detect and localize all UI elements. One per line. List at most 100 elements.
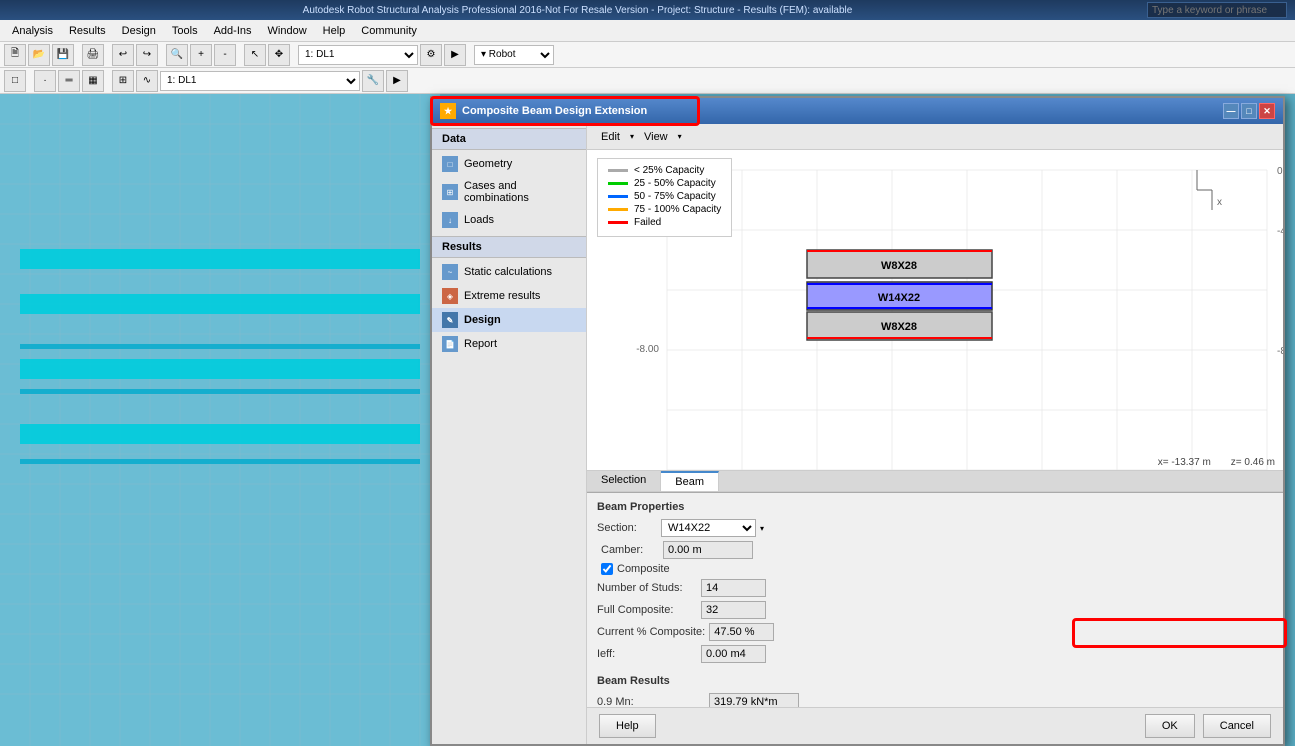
legend-color-50 — [608, 182, 628, 185]
title-bar-text: Autodesk Robot Structural Analysis Profe… — [8, 5, 1147, 16]
chart-area: < 25% Capacity 25 - 50% Capacity 50 - 75… — [587, 150, 1283, 470]
num-studs-label: Number of Studs: — [597, 582, 697, 594]
results-section-title: Results — [432, 236, 586, 258]
panel-item-report[interactable]: 📄 Report — [432, 332, 586, 356]
menu-bar: Analysis Results Design Tools Add-Ins Wi… — [0, 20, 1295, 42]
minimize-button[interactable]: — — [1223, 103, 1239, 119]
chart-coords: x= -13.37 m z= 0.46 m — [1158, 457, 1275, 468]
panel-item-extreme[interactable]: ◈ Extreme results — [432, 284, 586, 308]
menu-tools[interactable]: Tools — [164, 23, 206, 39]
restore-button[interactable]: □ — [1241, 103, 1257, 119]
dialog-titlebar: ★ Composite Beam Design Extension — □ ✕ — [432, 98, 1283, 124]
svg-text:W8X28: W8X28 — [881, 260, 917, 272]
panel-item-design[interactable]: ✎ Design — [432, 308, 586, 332]
open-btn[interactable]: 📂 — [28, 44, 50, 66]
toolbar2-btn1[interactable]: □ — [4, 70, 26, 92]
report-icon: 📄 — [442, 336, 458, 352]
plate-btn[interactable]: ▦ — [82, 70, 104, 92]
legend-item-25: < 25% Capacity — [608, 165, 721, 176]
camber-label: Camber: — [601, 544, 659, 556]
toolbar-btn1[interactable]: ⚙ — [420, 44, 442, 66]
close-button[interactable]: ✕ — [1259, 103, 1275, 119]
zoom-btn[interactable]: 🔍 — [166, 44, 188, 66]
dialog-title: Composite Beam Design Extension — [462, 105, 647, 117]
select-btn[interactable]: ↖ — [244, 44, 266, 66]
num-studs-row: Number of Studs: 14 — [597, 579, 1273, 597]
section-dropdown-arrow: ▾ — [760, 524, 764, 533]
menu-community[interactable]: Community — [353, 23, 425, 39]
design-icon: ✎ — [442, 312, 458, 328]
svg-text:0.00: 0.00 — [1277, 166, 1283, 177]
menu-analysis[interactable]: Analysis — [4, 23, 61, 39]
chart-x-coord: x= -13.37 m — [1158, 457, 1211, 468]
redo-btn[interactable]: ↪ — [136, 44, 158, 66]
save-btn[interactable]: 💾 — [52, 44, 74, 66]
cad-area — [0, 94, 440, 746]
print-btn[interactable]: 🖨 — [82, 44, 104, 66]
panel-item-cases[interactable]: ⊞ Cases and combinations — [432, 176, 586, 208]
load-combo[interactable]: 1: DL1 — [298, 45, 418, 65]
workspace: ★ Composite Beam Design Extension — □ ✕ … — [0, 94, 1295, 746]
svg-text:W14X22: W14X22 — [878, 292, 920, 304]
tab-bar: Selection Beam — [587, 470, 1283, 492]
camber-value: 0.00 m — [663, 541, 753, 559]
beam-btn[interactable]: ═ — [58, 70, 80, 92]
svg-text:-8.00: -8.00 — [1277, 346, 1283, 357]
panel-item-loads[interactable]: ↓ Loads — [432, 208, 586, 232]
panel-item-geometry[interactable]: □ Geometry — [432, 152, 586, 176]
dialog: ★ Composite Beam Design Extension — □ ✕ … — [430, 96, 1285, 746]
case-combo[interactable]: 1: DL1 — [160, 71, 360, 91]
beam-properties-col: Beam Properties Section: W14X22 ▾ Camber… — [597, 501, 1273, 663]
move-btn[interactable]: ✥ — [268, 44, 290, 66]
tab-selection[interactable]: Selection — [587, 471, 661, 491]
menu-help[interactable]: Help — [315, 23, 354, 39]
legend-color-failed — [608, 221, 628, 224]
search-input[interactable] — [1147, 2, 1287, 18]
menu-design[interactable]: Design — [114, 23, 164, 39]
composite-checkbox[interactable] — [601, 563, 613, 575]
static-icon: ~ — [442, 264, 458, 280]
toolbar2-btn3[interactable]: ∿ — [136, 70, 158, 92]
toolbar-btn2[interactable]: ▶ — [444, 44, 466, 66]
svg-text:W8X28: W8X28 — [881, 321, 917, 333]
dialog-content: Data □ Geometry ⊞ Cases and combinations… — [432, 124, 1283, 744]
beam-results-title: Beam Results — [597, 675, 1273, 687]
tab-beam[interactable]: Beam — [661, 471, 719, 491]
chart-z-coord: z= 0.46 m — [1231, 457, 1275, 468]
toolbar2-btn5[interactable]: ▶ — [386, 70, 408, 92]
chart-view-menu[interactable]: View — [638, 129, 674, 145]
legend-item-75: 50 - 75% Capacity — [608, 191, 721, 202]
ieff-label: Ieff: — [597, 648, 697, 660]
composite-row: Composite — [597, 563, 1273, 575]
legend-item-50: 25 - 50% Capacity — [608, 178, 721, 189]
view-combo[interactable]: ▾ Robot — [474, 45, 554, 65]
right-area: Edit ▾ View ▾ < 25% Capacity — [587, 124, 1283, 744]
new-btn[interactable]: 🗎 — [4, 44, 26, 66]
toolbar2-btn2[interactable]: ⊞ — [112, 70, 134, 92]
data-section-title: Data — [432, 128, 586, 150]
ok-button[interactable]: OK — [1145, 714, 1195, 738]
full-composite-label: Full Composite: — [597, 604, 697, 616]
menu-addins[interactable]: Add-Ins — [206, 23, 260, 39]
undo-btn[interactable]: ↩ — [112, 44, 134, 66]
chart-edit-arrow: ▾ — [630, 132, 634, 141]
node-btn[interactable]: · — [34, 70, 56, 92]
menu-window[interactable]: Window — [260, 23, 315, 39]
zoom-out-btn[interactable]: - — [214, 44, 236, 66]
geometry-icon: □ — [442, 156, 458, 172]
section-row: Section: W14X22 ▾ — [597, 519, 1273, 537]
chart-toolbar: Edit ▾ View ▾ — [587, 124, 1283, 150]
legend-color-75 — [608, 195, 628, 198]
help-button[interactable]: Help — [599, 714, 656, 738]
toolbar2-btn4[interactable]: 🔧 — [362, 70, 384, 92]
extreme-icon: ◈ — [442, 288, 458, 304]
zoom-in-btn[interactable]: + — [190, 44, 212, 66]
loads-icon: ↓ — [442, 212, 458, 228]
legend-item-100: 75 - 100% Capacity — [608, 204, 721, 215]
chart-edit-menu[interactable]: Edit — [595, 129, 626, 145]
panel-item-static[interactable]: ~ Static calculations — [432, 260, 586, 284]
cancel-button[interactable]: Cancel — [1203, 714, 1271, 738]
num-studs-value: 14 — [701, 579, 766, 597]
menu-results[interactable]: Results — [61, 23, 114, 39]
section-combo[interactable]: W14X22 — [661, 519, 756, 537]
